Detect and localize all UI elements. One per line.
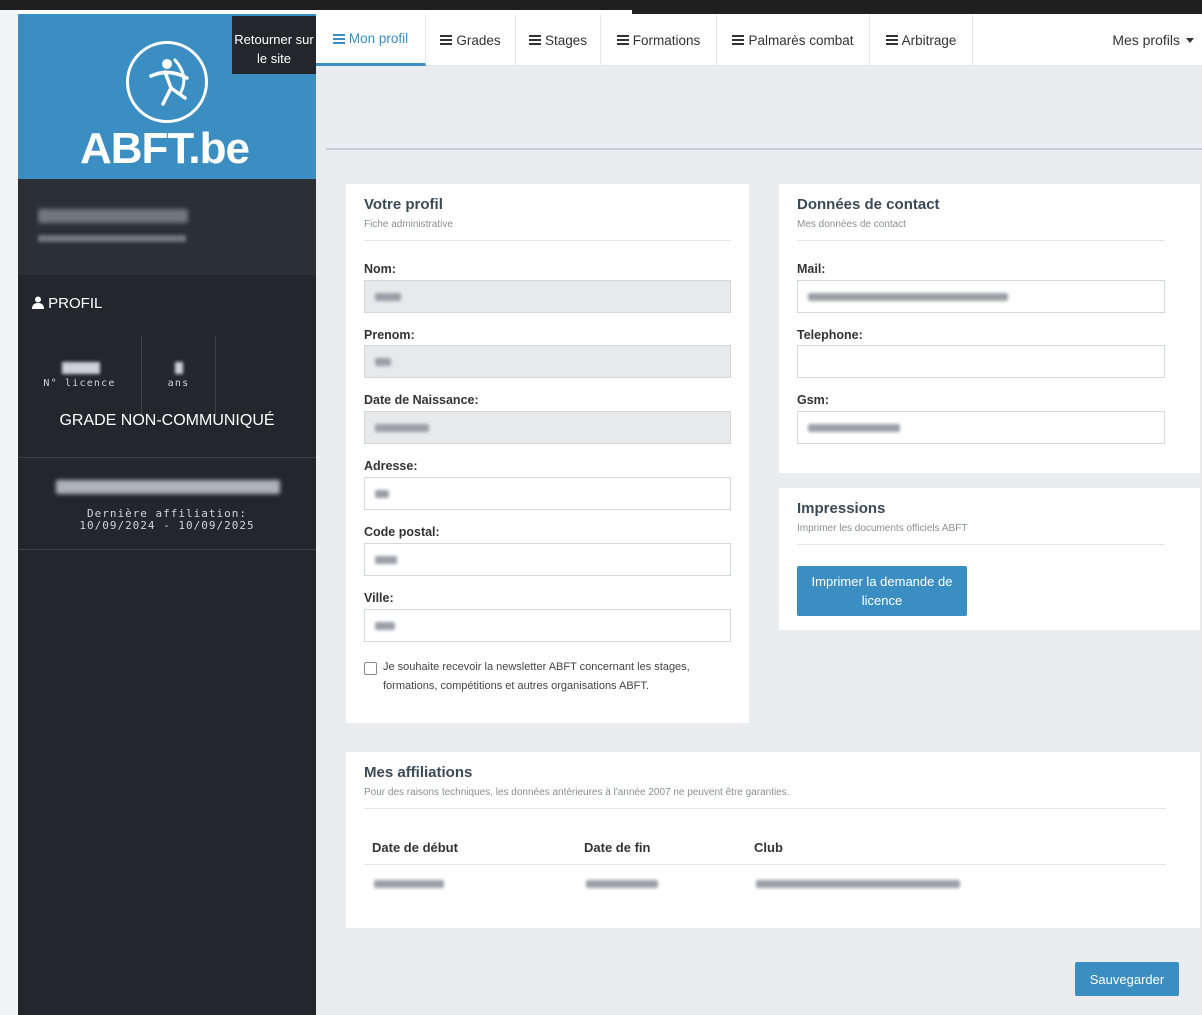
return-to-site-link[interactable]: Retourner sur le site [232, 16, 316, 74]
licence-label: N° licence [43, 378, 116, 389]
sidebar: ABFT.be Retourner sur le site PROFIL N° … [18, 14, 316, 1015]
tab-label: Formations [632, 32, 701, 48]
save-button[interactable]: Sauvegarder [1075, 962, 1179, 996]
user-icon [32, 296, 44, 309]
panel-divider [797, 544, 1165, 545]
panel-subtitle: Mes données de contact [797, 219, 906, 230]
print-licence-request-button[interactable]: Imprimer la demande de licence [797, 566, 967, 616]
grade-status: GRADE NON-COMMUNIQUÉ [59, 412, 275, 429]
abft-logo-icon[interactable] [126, 41, 208, 123]
table-cell-redacted [756, 880, 960, 888]
age-stat: ans [142, 336, 216, 416]
postal-code-label: Code postal: [364, 525, 440, 539]
panel-title: Impressions [797, 500, 886, 517]
menu-icon [732, 33, 745, 47]
licence-stat: N° licence [18, 336, 142, 416]
tab-label: Grades [456, 32, 501, 48]
chevron-down-icon [1186, 37, 1194, 43]
profil-heading-label: PROFIL [48, 295, 103, 312]
prenom-label: Prenom: [364, 328, 415, 342]
tab-label: Mon profil [348, 31, 409, 46]
user-block [18, 179, 316, 275]
menu-icon [528, 33, 541, 47]
panel-title: Votre profil [364, 196, 443, 213]
panel-divider [364, 808, 1166, 809]
panel-subtitle: Imprimer les documents officiels ABFT [797, 523, 968, 534]
nom-field [364, 280, 731, 313]
user-name-redacted [38, 209, 188, 223]
impressions-panel: Impressions Imprimer les documents offic… [779, 488, 1200, 630]
birthdate-field [364, 411, 731, 444]
table-cell-redacted [374, 880, 444, 888]
user-club-redacted [38, 235, 186, 242]
mail-input[interactable] [797, 280, 1165, 313]
column-header: Date de fin [584, 840, 651, 855]
tab-arbitrage[interactable]: Arbitrage [870, 14, 973, 66]
mail-label: Mail: [797, 262, 826, 276]
postal-code-input[interactable] [364, 543, 731, 576]
contact-panel: Données de contact Mes données de contac… [779, 184, 1200, 473]
window-top-bar [0, 0, 632, 10]
panel-title: Mes affiliations [364, 764, 473, 781]
tab-label: Arbitrage [901, 32, 957, 48]
profile-panel: Votre profil Fiche administrative Nom: P… [346, 184, 749, 723]
newsletter-label: Je souhaite recevoir la newsletter ABFT … [383, 661, 690, 692]
address-label: Adresse: [364, 459, 418, 473]
profil-heading: PROFIL [32, 295, 102, 312]
address-input[interactable] [364, 477, 731, 510]
profiles-dropdown[interactable]: Mes profils [1112, 14, 1194, 66]
tab-label: Palmarès combat [748, 32, 854, 48]
section-divider [326, 148, 1202, 150]
column-header: Club [754, 840, 783, 855]
newsletter-checkbox[interactable] [364, 662, 377, 675]
tab-palmares-combat[interactable]: Palmarès combat [717, 14, 870, 66]
gsm-input[interactable] [797, 411, 1165, 444]
last-affiliation: Dernière affiliation: 10/09/2024 - 10/09… [18, 508, 316, 532]
table-cell-redacted [586, 880, 658, 888]
nom-label: Nom: [364, 262, 396, 276]
panel-title: Données de contact [797, 196, 940, 213]
table-divider [364, 864, 1166, 865]
top-navigation: Mon profil Grades Stages Formations Palm… [316, 14, 1202, 66]
age-label: ans [167, 378, 190, 389]
main-content: Mon profil Grades Stages Formations Palm… [316, 14, 1202, 1015]
logo-text[interactable]: ABFT.be [80, 124, 270, 174]
prenom-field [364, 345, 731, 378]
panel-subtitle: Fiche administrative [364, 219, 453, 230]
panel-divider [364, 240, 731, 241]
club-name-redacted [56, 480, 280, 494]
divider [18, 549, 316, 550]
divider [18, 457, 316, 458]
panel-divider [797, 240, 1165, 241]
city-input[interactable] [364, 609, 731, 642]
menu-icon [440, 33, 453, 47]
telephone-label: Telephone: [797, 328, 863, 342]
panel-subtitle: Pour des raisons techniques, les données… [364, 787, 790, 798]
city-label: Ville: [364, 591, 394, 605]
birthdate-label: Date de Naissance: [364, 393, 479, 407]
menu-icon [332, 32, 345, 46]
tab-label: Stages [544, 32, 588, 48]
tab-stages[interactable]: Stages [516, 14, 601, 66]
gsm-label: Gsm: [797, 393, 829, 407]
licence-number-redacted [62, 362, 100, 374]
left-edge [0, 10, 18, 1015]
tab-formations[interactable]: Formations [601, 14, 717, 66]
telephone-input[interactable] [797, 345, 1165, 378]
affiliations-panel: Mes affiliations Pour des raisons techni… [346, 752, 1200, 928]
window-top-bar-right [632, 0, 1202, 14]
profiles-dropdown-label: Mes profils [1112, 32, 1180, 48]
age-value-redacted [175, 362, 183, 374]
column-header: Date de début [372, 840, 458, 855]
menu-icon [616, 33, 629, 47]
tab-mon-profil[interactable]: Mon profil [316, 14, 426, 66]
tab-grades[interactable]: Grades [426, 14, 516, 66]
last-affiliation-dates: 10/09/2024 - 10/09/2025 [79, 519, 255, 532]
menu-icon [885, 33, 898, 47]
